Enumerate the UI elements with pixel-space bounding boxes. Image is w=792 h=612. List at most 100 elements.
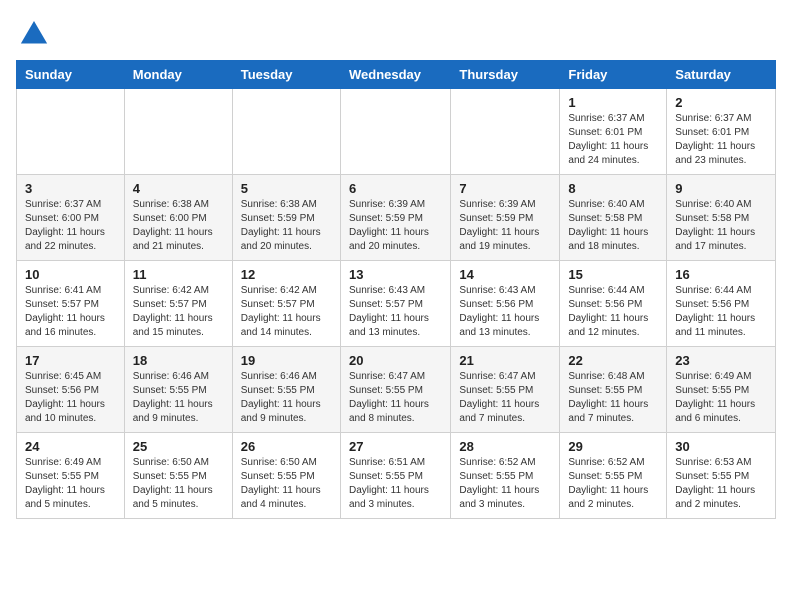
day-info: Sunrise: 6:49 AM Sunset: 5:55 PM Dayligh… <box>675 370 767 426</box>
day-info: Sunrise: 6:39 AM Sunset: 5:59 PM Dayligh… <box>349 198 442 254</box>
calendar-cell: 12Sunrise: 6:42 AM Sunset: 5:57 PM Dayli… <box>232 261 340 347</box>
day-info: Sunrise: 6:46 AM Sunset: 5:55 PM Dayligh… <box>241 370 332 426</box>
day-number: 25 <box>133 439 224 454</box>
day-number: 11 <box>133 267 224 282</box>
calendar-cell: 23 Sunrise: 6:49 AM Sunset: 5:55 PM Dayli… <box>667 347 776 433</box>
logo <box>16 16 58 52</box>
day-number: 6 <box>349 181 442 196</box>
day-info: Sunrise: 6:49 AM Sunset: 5:55 PM Dayligh… <box>25 456 116 512</box>
day-info: Sunrise: 6:43 AM Sunset: 5:57 PM Dayligh… <box>349 284 442 340</box>
calendar-cell <box>17 89 125 175</box>
day-number: 1 <box>568 95 658 110</box>
day-number: 2 <box>675 95 767 110</box>
calendar-day-header: Monday <box>124 61 232 89</box>
calendar-cell: 24 Sunrise: 6:49 AM Sunset: 5:55 PM Dayli… <box>17 433 125 519</box>
day-number: 23 <box>675 353 767 368</box>
calendar-cell: 7 Sunrise: 6:39 AM Sunset: 5:59 PM Daylig… <box>451 175 560 261</box>
calendar-day-header: Friday <box>560 61 667 89</box>
calendar-cell: 8 Sunrise: 6:40 AM Sunset: 5:58 PM Daylig… <box>560 175 667 261</box>
day-number: 24 <box>25 439 116 454</box>
calendar-cell: 14 Sunrise: 6:43 AM Sunset: 5:56 PM Dayli… <box>451 261 560 347</box>
calendar-cell <box>232 89 340 175</box>
day-number: 13 <box>349 267 442 282</box>
day-info: Sunrise: 6:50 AM Sunset: 5:55 PM Dayligh… <box>241 456 332 512</box>
calendar-week-row: 10 Sunrise: 6:41 AM Sunset: 5:57 PM Dayli… <box>17 261 776 347</box>
calendar-cell: 6 Sunrise: 6:39 AM Sunset: 5:59 PM Daylig… <box>340 175 450 261</box>
day-info: Sunrise: 6:45 AM Sunset: 5:56 PM Dayligh… <box>25 370 116 426</box>
calendar-week-row: 24 Sunrise: 6:49 AM Sunset: 5:55 PM Dayli… <box>17 433 776 519</box>
day-number: 15 <box>568 267 658 282</box>
day-number: 22 <box>568 353 658 368</box>
day-number: 7 <box>459 181 551 196</box>
calendar-cell: 16 Sunrise: 6:44 AM Sunset: 5:56 PM Dayli… <box>667 261 776 347</box>
calendar-cell: 13 Sunrise: 6:43 AM Sunset: 5:57 PM Dayli… <box>340 261 450 347</box>
day-info: Sunrise: 6:46 AM Sunset: 5:55 PM Dayligh… <box>133 370 224 426</box>
calendar-cell: 26 Sunrise: 6:50 AM Sunset: 5:55 PM Dayli… <box>232 433 340 519</box>
day-info: Sunrise: 6:52 AM Sunset: 5:55 PM Dayligh… <box>459 456 551 512</box>
calendar-cell: 28Sunrise: 6:52 AM Sunset: 5:55 PM Dayli… <box>451 433 560 519</box>
day-number: 9 <box>675 181 767 196</box>
page-header <box>16 16 776 52</box>
calendar-cell: 27 Sunrise: 6:51 AM Sunset: 5:55 PM Dayli… <box>340 433 450 519</box>
calendar-day-header: Saturday <box>667 61 776 89</box>
day-info: Sunrise: 6:40 AM Sunset: 5:58 PM Dayligh… <box>568 198 658 254</box>
calendar-week-row: 17 Sunrise: 6:45 AM Sunset: 5:56 PM Dayli… <box>17 347 776 433</box>
calendar-cell <box>451 89 560 175</box>
calendar-cell: 11 Sunrise: 6:42 AM Sunset: 5:57 PM Dayli… <box>124 261 232 347</box>
calendar-cell: 25 Sunrise: 6:50 AM Sunset: 5:55 PM Dayli… <box>124 433 232 519</box>
day-info: Sunrise: 6:37 AM Sunset: 6:00 PM Dayligh… <box>25 198 116 254</box>
day-number: 12 <box>241 267 332 282</box>
day-number: 26 <box>241 439 332 454</box>
calendar-day-header: Thursday <box>451 61 560 89</box>
calendar-cell: 15 Sunrise: 6:44 AM Sunset: 5:56 PM Dayli… <box>560 261 667 347</box>
calendar-day-header: Sunday <box>17 61 125 89</box>
day-number: 20 <box>349 353 442 368</box>
day-info: Sunrise: 6:38 AM Sunset: 5:59 PM Dayligh… <box>241 198 332 254</box>
day-info: Sunrise: 6:37 AM Sunset: 6:01 PM Dayligh… <box>675 112 767 168</box>
day-number: 18 <box>133 353 224 368</box>
day-info: Sunrise: 6:40 AM Sunset: 5:58 PM Dayligh… <box>675 198 767 254</box>
day-info: Sunrise: 6:39 AM Sunset: 5:59 PM Dayligh… <box>459 198 551 254</box>
calendar-table: SundayMondayTuesdayWednesdayThursdayFrid… <box>16 60 776 519</box>
day-info: Sunrise: 6:44 AM Sunset: 5:56 PM Dayligh… <box>675 284 767 340</box>
day-number: 16 <box>675 267 767 282</box>
day-number: 19 <box>241 353 332 368</box>
day-number: 27 <box>349 439 442 454</box>
day-number: 4 <box>133 181 224 196</box>
calendar-week-row: 3Sunrise: 6:37 AM Sunset: 6:00 PM Daylig… <box>17 175 776 261</box>
calendar-cell: 29 Sunrise: 6:52 AM Sunset: 5:55 PM Dayli… <box>560 433 667 519</box>
calendar-cell: 4 Sunrise: 6:38 AM Sunset: 6:00 PM Daylig… <box>124 175 232 261</box>
calendar-cell: 30Sunrise: 6:53 AM Sunset: 5:55 PM Dayli… <box>667 433 776 519</box>
day-number: 17 <box>25 353 116 368</box>
calendar-cell: 21Sunrise: 6:47 AM Sunset: 5:55 PM Dayli… <box>451 347 560 433</box>
day-info: Sunrise: 6:47 AM Sunset: 5:55 PM Dayligh… <box>349 370 442 426</box>
calendar-cell: 3Sunrise: 6:37 AM Sunset: 6:00 PM Daylig… <box>17 175 125 261</box>
calendar-cell: 19 Sunrise: 6:46 AM Sunset: 5:55 PM Dayli… <box>232 347 340 433</box>
calendar-cell: 22 Sunrise: 6:48 AM Sunset: 5:55 PM Dayli… <box>560 347 667 433</box>
day-number: 10 <box>25 267 116 282</box>
day-info: Sunrise: 6:52 AM Sunset: 5:55 PM Dayligh… <box>568 456 658 512</box>
day-info: Sunrise: 6:38 AM Sunset: 6:00 PM Dayligh… <box>133 198 224 254</box>
calendar-cell: 2 Sunrise: 6:37 AM Sunset: 6:01 PM Daylig… <box>667 89 776 175</box>
day-number: 14 <box>459 267 551 282</box>
day-info: Sunrise: 6:44 AM Sunset: 5:56 PM Dayligh… <box>568 284 658 340</box>
day-info: Sunrise: 6:37 AM Sunset: 6:01 PM Dayligh… <box>568 112 658 168</box>
calendar-week-row: 1 Sunrise: 6:37 AM Sunset: 6:01 PM Daylig… <box>17 89 776 175</box>
day-number: 29 <box>568 439 658 454</box>
day-info: Sunrise: 6:42 AM Sunset: 5:57 PM Dayligh… <box>133 284 224 340</box>
calendar-header-row: SundayMondayTuesdayWednesdayThursdayFrid… <box>17 61 776 89</box>
day-number: 5 <box>241 181 332 196</box>
day-info: Sunrise: 6:48 AM Sunset: 5:55 PM Dayligh… <box>568 370 658 426</box>
calendar-cell: 17 Sunrise: 6:45 AM Sunset: 5:56 PM Dayli… <box>17 347 125 433</box>
calendar-cell: 18 Sunrise: 6:46 AM Sunset: 5:55 PM Dayli… <box>124 347 232 433</box>
calendar-day-header: Wednesday <box>340 61 450 89</box>
day-info: Sunrise: 6:51 AM Sunset: 5:55 PM Dayligh… <box>349 456 442 512</box>
logo-icon <box>16 16 52 52</box>
calendar-cell <box>340 89 450 175</box>
calendar-cell: 5 Sunrise: 6:38 AM Sunset: 5:59 PM Daylig… <box>232 175 340 261</box>
day-info: Sunrise: 6:41 AM Sunset: 5:57 PM Dayligh… <box>25 284 116 340</box>
day-info: Sunrise: 6:43 AM Sunset: 5:56 PM Dayligh… <box>459 284 551 340</box>
day-info: Sunrise: 6:50 AM Sunset: 5:55 PM Dayligh… <box>133 456 224 512</box>
day-number: 8 <box>568 181 658 196</box>
calendar-cell: 20 Sunrise: 6:47 AM Sunset: 5:55 PM Dayli… <box>340 347 450 433</box>
